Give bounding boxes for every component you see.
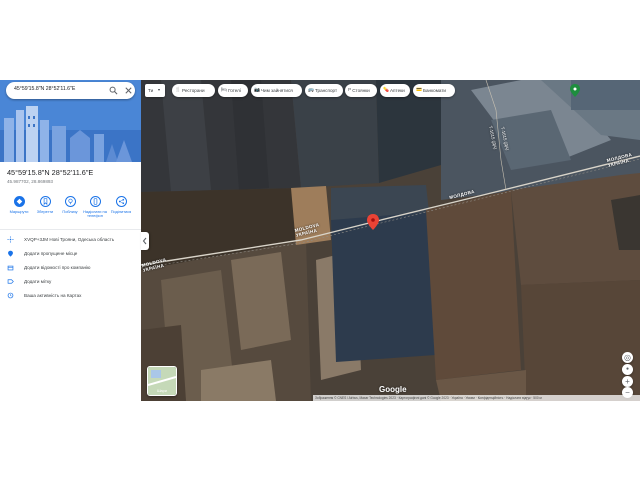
street-view-button[interactable]: ● — [622, 364, 633, 375]
plus-code-icon — [7, 236, 14, 243]
close-icon[interactable] — [124, 86, 133, 95]
chevron-left-icon — [142, 237, 147, 245]
layers-toggle[interactable]: Шари — [147, 366, 177, 396]
pharmacy-icon: 💊 — [383, 88, 389, 93]
chip-restaurants[interactable]: 🍴 Ресторани — [172, 84, 215, 97]
maps-activity-row[interactable]: Ваша активність на Картах — [0, 291, 141, 301]
divider — [0, 229, 141, 230]
chip-parking[interactable]: P Стоянки — [345, 84, 377, 97]
search-input[interactable]: 45°59'15.8"N 28°52'11.6"E — [14, 86, 75, 92]
nearby-icon — [67, 198, 73, 205]
send-to-phone-button[interactable]: Надіслати на телефон — [82, 196, 108, 219]
chevron-down-icon: ▾ — [158, 87, 161, 92]
place-decimal-coords: 45.987702, 28.869893 — [7, 179, 53, 184]
locate-icon: ◎ — [624, 353, 631, 362]
add-place-icon — [8, 250, 13, 257]
search-box[interactable]: 45°59'15.8"N 28°52'11.6"E — [6, 82, 135, 99]
chip-atms[interactable]: 💳 Банкомати — [413, 84, 455, 97]
save-button[interactable]: Зберегти — [32, 196, 58, 214]
place-title: 45°59'15.8"N 28°52'11.6"E — [7, 168, 94, 177]
place-hero-image: 45°59'15.8"N 28°52'11.6"E — [0, 80, 141, 162]
history-icon — [7, 292, 14, 299]
send-to-phone-icon — [93, 198, 97, 205]
chip-hotels[interactable]: 🛏 Готелі — [218, 84, 248, 97]
parking-icon: P — [348, 88, 352, 93]
directions-button[interactable]: Маршрути — [6, 196, 32, 214]
plus-code-row[interactable]: XVQP+3JM Нові Трояни, Одеська область — [0, 235, 141, 245]
chip-pharmacies[interactable]: 💊 Аптеки — [380, 84, 410, 97]
pegman-icon: ● — [625, 366, 630, 372]
bookmark-icon — [43, 198, 47, 205]
chip-things-to-do[interactable]: 📷 Чим зайнятися — [251, 84, 302, 97]
chip-transit[interactable]: 🚌 Транспорт — [305, 84, 343, 97]
map-canvas[interactable]: Ти ▾ 🍴 Ресторани 🛏 Готелі 📷 Чим зайнятися 🚌 Т… — [141, 80, 640, 401]
bus-icon: 🚌 — [308, 88, 314, 93]
google-logo: Google — [379, 385, 407, 394]
hotel-icon: 🛏 — [221, 88, 228, 93]
directions-icon — [16, 198, 22, 205]
restaurant-icon: 🍴 — [175, 88, 181, 93]
zoom-in-button[interactable]: + — [622, 376, 633, 387]
share-button[interactable]: Поділитися — [108, 196, 134, 214]
add-business-icon — [7, 265, 14, 271]
plus-icon: + — [625, 377, 630, 386]
place-panel: 45°59'15.8"N 28°52'11.6"E 45°59'15.8"N 2… — [0, 80, 141, 401]
add-missing-place-row[interactable]: Додати пропущене місце — [0, 249, 141, 259]
collapse-panel-button[interactable] — [141, 232, 149, 250]
my-location-button[interactable]: ◎ — [622, 352, 633, 363]
language-selector[interactable]: Ти ▾ — [145, 84, 165, 97]
atm-icon: 💳 — [416, 88, 422, 93]
satellite-imagery — [141, 80, 640, 401]
nearby-button[interactable]: Поблизу — [57, 196, 83, 214]
add-business-row[interactable]: Додати відомості про компанію — [0, 263, 141, 273]
camera-icon: 📷 — [254, 88, 260, 93]
maps-app: 45°59'15.8"N 28°52'11.6"E 45°59'15.8"N 2… — [0, 80, 640, 401]
label-icon — [7, 279, 14, 284]
share-icon — [118, 198, 124, 205]
search-icon[interactable] — [109, 86, 118, 95]
map-attribution: Зображення © CNES / Airbus, Maxar Techno… — [313, 395, 640, 401]
add-label-row[interactable]: Додати мітку — [0, 277, 141, 287]
